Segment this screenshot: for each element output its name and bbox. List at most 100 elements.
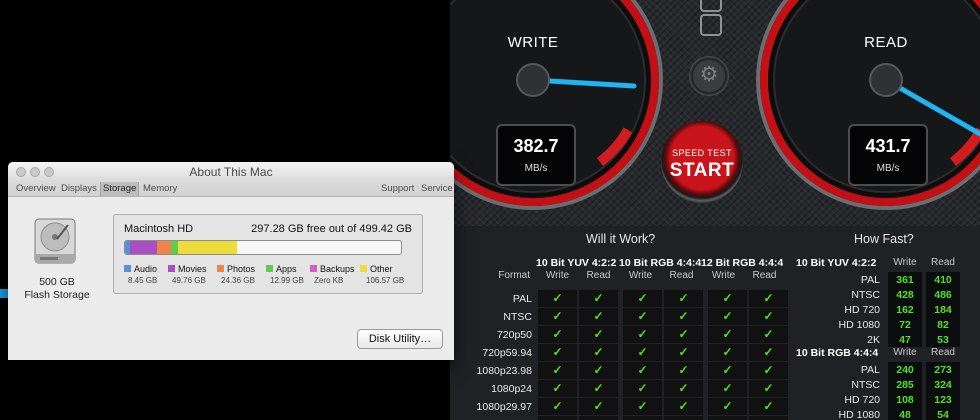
compatibility-grid: ✓ ✓ ✓ ✓ ✓ ✓ ✓ ✓ ✓ ✓ ✓ ✓ ✓ ✓ ✓ ✓ ✓ ✓ ✓ ✓ ✓ ✓ ✓ ✓ ✓ ✓ ✓ ✓ ✓ ✓ ✓ ✓ ✓ ✓ ✓ ✓ ✓ ✓ ✓ ✓… — [538, 290, 790, 420]
check-icon: ✓ — [538, 326, 577, 343]
read-value: 431.7 — [865, 136, 911, 156]
check-icon: ✓ — [623, 290, 662, 307]
check-icon: ✓ — [664, 362, 703, 379]
check-icon: ✓ — [749, 344, 788, 361]
how-fast-title: How Fast? — [854, 232, 914, 246]
fast-group-header: 10 Bit YUV 4:2:2 — [796, 257, 877, 269]
tab-support[interactable]: Support — [379, 182, 416, 196]
check-icon: ✓ — [623, 308, 662, 325]
usage-segment-movies — [129, 241, 158, 254]
fast-write-header: Write — [893, 347, 917, 358]
fast-read-value: 54 — [926, 407, 960, 420]
drive-type: Flash Storage — [24, 289, 90, 301]
fast-format: NTSC — [851, 379, 880, 391]
fast-read-value: 53 — [926, 332, 960, 347]
storage-usage-bar — [124, 240, 402, 255]
write-col-header: Write — [628, 270, 653, 281]
read-readout: 431.7 MB/s — [848, 124, 928, 186]
check-icon: ✓ — [664, 416, 703, 420]
compat-row: ✓✓✓✓✓✓ — [538, 398, 790, 415]
check-icon: ✓ — [579, 398, 618, 415]
check-icon: ✓ — [579, 362, 618, 379]
window-title: About This Mac — [189, 165, 273, 179]
fast-write-value: 72 — [888, 317, 922, 332]
legend-label: Backups — [320, 264, 355, 274]
check-icon: ✓ — [749, 398, 788, 415]
write-value: 382.7 — [513, 136, 559, 156]
check-icon: ✓ — [664, 290, 703, 307]
read-hub — [869, 63, 903, 97]
toolbar: Overview Displays Storage Memory Support… — [8, 182, 454, 197]
legend-label: Movies — [178, 264, 207, 274]
compat-row: ✓✓✓✓✓✓ — [538, 290, 790, 307]
legend-size: 24.36 GB — [221, 276, 255, 285]
fast-row: HD 1080 48 54 — [796, 407, 980, 420]
compat-row: ✓✓✓✓✓✓ — [538, 416, 790, 420]
disk-utility-button[interactable]: Disk Utility… — [357, 329, 443, 349]
group-header: 10 Bit RGB 4:4:4 — [619, 257, 702, 269]
format-column: PAL NTSC 720p50 720p59.94 1080p23.98 1080p24 1… — [450, 290, 534, 420]
legend-label: Other — [370, 264, 393, 274]
check-icon: ✓ — [623, 326, 662, 343]
storage-panel: Macintosh HD 297.28 GB free out of 499.4… — [113, 214, 423, 294]
check-icon: ✓ — [708, 380, 747, 397]
settings-button[interactable]: ⚙ — [689, 56, 729, 96]
tab-storage[interactable]: Storage — [100, 182, 140, 196]
fast-format: HD 720 — [844, 394, 880, 406]
start-button-label: START — [669, 160, 735, 181]
check-icon: ✓ — [708, 290, 747, 307]
fast-row: HD 720 162 184 — [796, 302, 980, 318]
start-button[interactable]: SPEED TEST START — [661, 121, 743, 203]
legend-size: Zero KB — [314, 276, 344, 285]
check-icon: ✓ — [664, 308, 703, 325]
legend-item-other: Other 106.57 GB — [360, 264, 404, 285]
fast-read-value: 273 — [926, 362, 960, 377]
check-icon: ✓ — [623, 344, 662, 361]
tab-memory[interactable]: Memory — [141, 182, 179, 196]
check-icon: ✓ — [749, 362, 788, 379]
speed-test-window: WRITE READ 382.7 MB/s 431.7 MB/s ⚙ SPEED… — [450, 0, 980, 420]
format-label: PAL — [512, 293, 532, 305]
legend-size: 8.45 GB — [128, 276, 158, 285]
check-icon: ✓ — [623, 416, 662, 420]
fast-row: NTSC 285 324 — [796, 377, 980, 393]
legend-item-backups: Backups Zero KB — [310, 264, 355, 285]
fast-read-value: 486 — [926, 287, 960, 302]
write-readout: 382.7 MB/s — [496, 124, 576, 186]
check-icon: ✓ — [708, 398, 747, 415]
check-icon: ✓ — [579, 380, 618, 397]
fast-write-value: 361 — [888, 272, 922, 287]
check-icon: ✓ — [579, 344, 618, 361]
tab-displays[interactable]: Displays — [59, 182, 99, 196]
format-label: 1080p29.97 — [476, 401, 532, 413]
format-label: 1080p24 — [491, 383, 532, 395]
background-accent — [0, 289, 8, 298]
fast-row: HD 1080 72 82 — [796, 317, 980, 333]
check-icon: ✓ — [538, 344, 577, 361]
legend-label: Photos — [227, 264, 256, 274]
fast-format: NTSC — [851, 289, 880, 301]
fast-format: PAL — [860, 274, 880, 286]
tab-overview[interactable]: Overview — [14, 182, 58, 196]
legend-swatch — [360, 265, 367, 272]
check-icon: ✓ — [538, 308, 577, 325]
check-icon: ✓ — [538, 290, 577, 307]
will-it-work-title: Will it Work? — [586, 232, 656, 246]
check-icon: ✓ — [538, 416, 577, 420]
tab-service[interactable]: Service — [419, 182, 454, 196]
read-col-header: Read — [669, 270, 694, 281]
fast-row: PAL 361 410 — [796, 272, 980, 288]
volume-free-space: 297.28 GB free out of 499.42 GB — [251, 223, 412, 235]
check-icon: ✓ — [579, 326, 618, 343]
gear-icon: ⚙ — [699, 63, 719, 86]
read-unit: MB/s — [876, 163, 900, 174]
format-label: 1080p23.98 — [476, 365, 532, 377]
start-button-subtitle: SPEED TEST — [672, 148, 732, 158]
write-unit: MB/s — [524, 163, 548, 174]
fast-read-header: Read — [931, 257, 955, 268]
usage-segment-apps — [170, 241, 178, 254]
legend-swatch — [266, 265, 273, 272]
fast-write-header: Write — [893, 257, 917, 268]
fast-read-value: 123 — [926, 392, 960, 407]
format-label: 1080i50 — [450, 416, 534, 420]
